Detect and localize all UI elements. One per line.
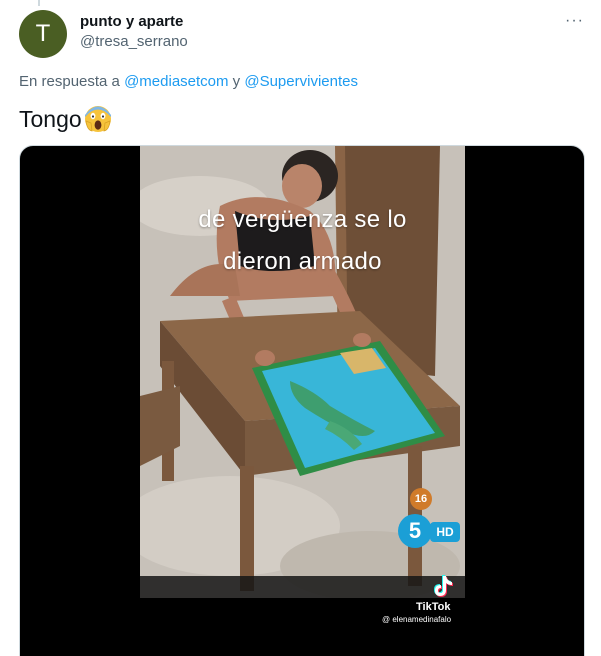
channel-logo: 5 (398, 514, 432, 548)
hd-badge: HD (430, 522, 460, 542)
age-rating-badge: 16 (410, 488, 432, 510)
video-caption-line1: de vergüenza se lo (198, 206, 407, 233)
mention-mediasetcom[interactable]: @mediasetcom (124, 73, 228, 90)
avatar-letter: T (35, 20, 51, 47)
author-display-name[interactable]: punto y aparte (80, 13, 183, 30)
tiktok-icon (434, 575, 453, 597)
reply-connector: y (228, 73, 245, 90)
tweet-body: Tongo (19, 105, 82, 132)
tweet-text: Tongo (19, 104, 113, 134)
video-frame[interactable]: de vergüenza se lo dieron armado 16 5 HD (140, 146, 465, 598)
reply-prefix: En respuesta a (19, 73, 125, 90)
thread-connector-line (38, 0, 40, 6)
mention-supervivientes[interactable]: @Supervivientes (244, 73, 358, 90)
video-caption-line2: dieron armado (223, 248, 382, 275)
author-handle[interactable]: @tresa_serrano (80, 33, 188, 50)
tiktok-watermark-user: @ elenamedinafalo (382, 615, 452, 624)
more-horizontal-icon[interactable]: ··· (565, 12, 584, 30)
avatar[interactable]: T (19, 10, 67, 58)
media-container[interactable]: de vergüenza se lo dieron armado 16 5 HD… (19, 145, 585, 656)
tiktok-watermark-name: TikTok (416, 601, 451, 613)
reply-context: En respuesta a @mediasetcom y @Supervivi… (19, 73, 358, 90)
screaming-face-emoji-icon (84, 106, 111, 132)
